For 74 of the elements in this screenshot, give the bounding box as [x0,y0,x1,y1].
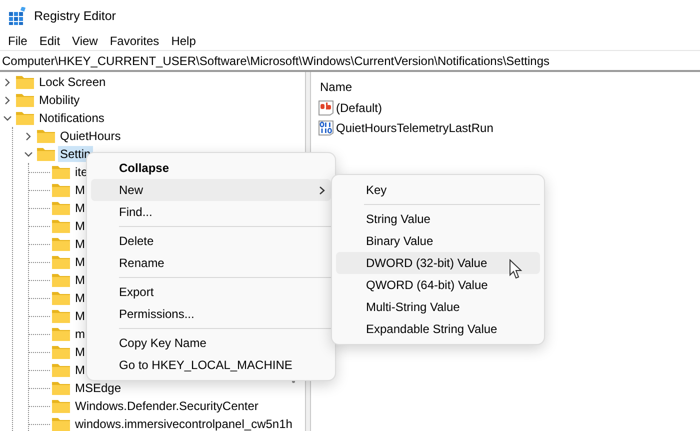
expand-chevron-icon[interactable] [2,96,12,104]
tree-item[interactable]: M [73,308,87,324]
menu-item[interactable]: New [91,179,331,201]
menu-item[interactable]: Find... [91,201,331,223]
tree-item[interactable]: M [73,344,87,360]
menu-item[interactable]: Go to HKEY_LOCAL_MACHINE [91,354,331,376]
folder-icon [52,201,70,215]
menu-item[interactable]: Edit [33,32,66,50]
window-title: Registry Editor [34,8,116,25]
column-header[interactable]: Name [318,76,700,98]
folder-icon [52,309,70,323]
folder-icon [52,291,70,305]
tree-item[interactable]: M [73,290,87,306]
menu-item[interactable]: Copy Key Name [91,332,331,354]
folder-icon [52,417,70,431]
folder-icon [52,237,70,251]
tree-item[interactable]: M [73,236,87,252]
tree-item[interactable]: M [73,218,87,234]
menu-item[interactable]: View [66,32,104,50]
folder-icon [16,111,34,125]
menu-item[interactable]: QWORD (64-bit) Value [336,274,540,296]
collapse-chevron-icon[interactable] [24,150,32,158]
menu-item[interactable]: Collapse [91,157,331,179]
folder-icon [52,363,70,377]
menu-item[interactable]: Binary Value [336,230,540,252]
expand-chevron-icon[interactable] [24,132,32,140]
mouse-pointer-icon [509,259,523,280]
menu-item[interactable]: Permissions... [91,303,331,325]
folder-icon [52,273,70,287]
value-name[interactable]: QuietHoursTelemetryLastRun [336,119,494,137]
binary-value-icon [318,120,334,136]
folder-icon [52,255,70,269]
menu-item[interactable]: Help [165,32,202,50]
tree-item[interactable]: MSEdge [73,380,124,396]
tree-item[interactable]: windows.immersivecontrolpanel_cw5n1h [73,416,294,431]
tree-item[interactable]: Notifications [37,110,106,126]
address-field[interactable]: Computer\HKEY_CURRENT_USER\Software\Microsoft\Windows\CurrentVersion\Notifications\Settings [0,50,700,72]
tree-item[interactable]: M [73,254,87,270]
tree-item[interactable]: m [73,326,87,342]
expand-chevron-icon[interactable] [2,78,12,86]
menu-item[interactable]: Rename [91,252,331,274]
tree-item[interactable]: Windows.Defender.SecurityCenter [73,398,260,414]
folder-icon [52,345,70,359]
menu-item[interactable]: File [2,32,34,50]
tree-item[interactable]: M [73,362,87,378]
value-name[interactable]: (Default) [336,99,382,117]
menu-item[interactable]: DWORD (32-bit) Value [336,252,540,274]
tree-item[interactable]: M [73,200,87,216]
menu-item[interactable]: Expandable String Value [336,318,540,340]
menu-item[interactable]: Key [336,179,540,201]
string-value-icon [318,100,334,116]
folder-icon [37,129,55,143]
folder-icon [52,183,70,197]
folder-icon [52,219,70,233]
menu-item[interactable]: Export [91,281,331,303]
folder-icon [16,93,34,107]
folder-icon [52,399,70,413]
tree-item[interactable]: M [73,182,87,198]
tree-item[interactable]: Mobility [37,92,82,108]
menu-item[interactable]: Favorites [104,32,166,50]
tree-item[interactable]: M [73,272,87,288]
folder-icon [52,381,70,395]
folder-icon [16,75,34,89]
menu-item[interactable]: Delete [91,230,331,252]
folder-icon [37,147,55,161]
submenu-chevron-icon [319,186,325,194]
tree-item[interactable]: Lock Screen [37,74,108,90]
menu-item[interactable]: Multi-String Value [336,296,540,318]
folder-icon [52,327,70,341]
collapse-chevron-icon[interactable] [2,114,12,122]
folder-icon [52,165,70,179]
app-icon [8,7,26,25]
tree-item[interactable]: QuietHours [58,128,123,144]
menu-item[interactable]: String Value [336,208,540,230]
